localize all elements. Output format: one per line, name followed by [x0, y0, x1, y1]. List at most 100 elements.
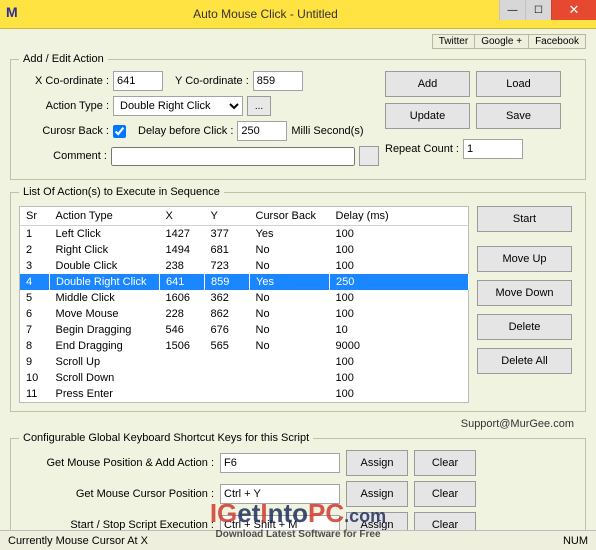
- cell-y: 723: [205, 258, 250, 274]
- clear-button[interactable]: Clear: [414, 481, 476, 507]
- cell-cursor: [250, 370, 330, 386]
- assign-button[interactable]: Assign: [346, 450, 408, 476]
- minimize-button[interactable]: —: [499, 0, 525, 20]
- cursor-back-checkbox[interactable]: [113, 125, 126, 138]
- cell-y: 377: [205, 226, 250, 243]
- cell-x: 238: [160, 258, 205, 274]
- cell-action: Left Click: [50, 226, 160, 243]
- action-type-select[interactable]: Double Right Click: [113, 96, 243, 116]
- cell-cursor: No: [250, 290, 330, 306]
- comment-more-button[interactable]: [359, 146, 379, 166]
- cell-x: [160, 370, 205, 386]
- cell-sr: 9: [20, 354, 50, 370]
- repeat-count-input[interactable]: [463, 139, 523, 159]
- table-row[interactable]: 3Double Click238723No100: [20, 258, 469, 274]
- cell-action: Scroll Down: [50, 370, 160, 386]
- table-row[interactable]: 10Scroll Down 100: [20, 370, 469, 386]
- table-row[interactable]: 2Right Click1494681No100: [20, 242, 469, 258]
- y-coord-input[interactable]: [253, 71, 303, 91]
- titlebar: M Auto Mouse Click - Untitled — ☐ ✕: [0, 0, 596, 29]
- table-row[interactable]: 6Move Mouse228862No100: [20, 306, 469, 322]
- cell-sr: 6: [20, 306, 50, 322]
- table-row[interactable]: 4Double Right Click641859Yes250: [20, 274, 469, 290]
- cell-delay: 100: [330, 226, 469, 243]
- cell-delay: 100: [330, 370, 469, 386]
- add-edit-action-group: Add / Edit Action X Co-ordinate : Y Co-o…: [10, 53, 586, 180]
- table-row[interactable]: 1Left Click1427377Yes100: [20, 226, 469, 243]
- cell-action: Double Right Click: [50, 274, 160, 290]
- window-controls: — ☐ ✕: [499, 0, 596, 28]
- move-up-button[interactable]: Move Up: [477, 246, 572, 272]
- delete-all-button[interactable]: Delete All: [477, 348, 572, 374]
- maximize-button[interactable]: ☐: [525, 0, 551, 20]
- support-email[interactable]: Support@MurGee.com: [10, 418, 586, 430]
- cell-action: Begin Dragging: [50, 322, 160, 338]
- cell-action: End Dragging: [50, 338, 160, 354]
- col-delay[interactable]: Delay (ms): [330, 207, 469, 226]
- close-button[interactable]: ✕: [551, 0, 596, 20]
- add-button[interactable]: Add: [385, 71, 470, 97]
- action-type-more-button[interactable]: ...: [247, 96, 271, 116]
- table-row[interactable]: 5Middle Click1606362No100: [20, 290, 469, 306]
- shortcut-input[interactable]: [220, 515, 340, 530]
- x-coord-input[interactable]: [113, 71, 163, 91]
- facebook-link[interactable]: Facebook: [528, 34, 586, 49]
- cell-y: 859: [205, 274, 250, 290]
- y-coord-label: Y Co-ordinate :: [175, 75, 249, 87]
- start-button[interactable]: Start: [477, 206, 572, 232]
- col-cursor[interactable]: Cursor Back: [250, 207, 330, 226]
- assign-button[interactable]: Assign: [346, 512, 408, 530]
- col-action[interactable]: Action Type: [50, 207, 160, 226]
- social-links: TwitterGoogle +Facebook: [10, 35, 586, 51]
- cell-cursor: No: [250, 258, 330, 274]
- col-sr[interactable]: Sr: [20, 207, 50, 226]
- cell-sr: 11: [20, 386, 50, 403]
- delete-button[interactable]: Delete: [477, 314, 572, 340]
- cell-action: Double Click: [50, 258, 160, 274]
- action-table[interactable]: Sr Action Type X Y Cursor Back Delay (ms…: [19, 206, 469, 403]
- cell-action: Right Click: [50, 242, 160, 258]
- table-row[interactable]: 8End Dragging1506565No9000: [20, 338, 469, 354]
- window-title: Auto Mouse Click - Untitled: [32, 7, 499, 21]
- cell-cursor: No: [250, 242, 330, 258]
- table-row[interactable]: 9Scroll Up100: [20, 354, 469, 370]
- table-row[interactable]: 11Press Enter100: [20, 386, 469, 403]
- update-button[interactable]: Update: [385, 103, 470, 129]
- cell-delay: 100: [330, 290, 469, 306]
- table-row[interactable]: 7Begin Dragging546676No10: [20, 322, 469, 338]
- cell-y: 676: [205, 322, 250, 338]
- load-button[interactable]: Load: [476, 71, 561, 97]
- cell-sr: 1: [20, 226, 50, 243]
- cell-delay: 100: [330, 306, 469, 322]
- list-side-buttons: Start Move Up Move Down Delete Delete Al…: [477, 206, 572, 403]
- cell-y: 681: [205, 242, 250, 258]
- table-header-row: Sr Action Type X Y Cursor Back Delay (ms…: [20, 207, 469, 226]
- cell-delay: 100: [330, 386, 469, 403]
- cell-action: Scroll Up: [50, 354, 160, 370]
- x-coord-label: X Co-ordinate :: [19, 75, 109, 87]
- delay-label: Delay before Click :: [138, 125, 233, 137]
- comment-input[interactable]: [111, 147, 355, 166]
- cell-y: [205, 370, 250, 386]
- cell-delay: 100: [330, 258, 469, 274]
- col-x[interactable]: X: [160, 207, 205, 226]
- delay-input[interactable]: [237, 121, 287, 141]
- twitter-link[interactable]: Twitter: [432, 34, 475, 49]
- clear-button[interactable]: Clear: [414, 450, 476, 476]
- status-bar: Currently Mouse Cursor At X NUM: [0, 530, 596, 550]
- cell-delay: 100: [330, 242, 469, 258]
- cell-sr: 3: [20, 258, 50, 274]
- google-link[interactable]: Google +: [474, 34, 529, 49]
- shortcut-input[interactable]: [220, 484, 340, 504]
- cell-x: 1427: [160, 226, 205, 243]
- save-button[interactable]: Save: [476, 103, 561, 129]
- comment-label: Comment :: [19, 150, 107, 162]
- assign-button[interactable]: Assign: [346, 481, 408, 507]
- move-down-button[interactable]: Move Down: [477, 280, 572, 306]
- cell-sr: 10: [20, 370, 50, 386]
- shortcut-input[interactable]: [220, 453, 340, 473]
- shortcut-label: Start / Stop Script Execution :: [19, 519, 214, 530]
- clear-button[interactable]: Clear: [414, 512, 476, 530]
- col-y[interactable]: Y: [205, 207, 250, 226]
- cell-y: [205, 386, 250, 403]
